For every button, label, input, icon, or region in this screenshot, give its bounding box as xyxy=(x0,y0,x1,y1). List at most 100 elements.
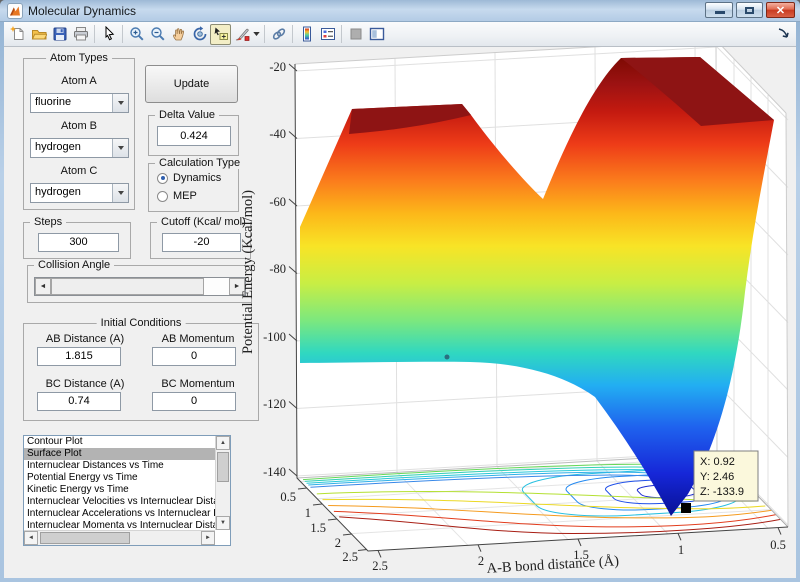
ab-distance-field[interactable]: 1.815 xyxy=(37,347,121,366)
dock-figure-arrow[interactable] xyxy=(777,27,790,45)
list-item-selected[interactable]: Surface Plot xyxy=(24,448,216,460)
show-plot-tools-dock-icon xyxy=(369,26,385,42)
list-item[interactable]: Kinetic Energy vs Time xyxy=(24,484,216,496)
toolbar-separator xyxy=(292,25,293,43)
dynamics-radio-label: Dynamics xyxy=(173,172,221,184)
slider-track[interactable] xyxy=(51,278,229,295)
vertical-scroll-thumb[interactable] xyxy=(217,452,229,482)
slider-thumb[interactable] xyxy=(51,278,204,295)
z-tick-label: -100 xyxy=(263,330,286,344)
print-figure-button[interactable] xyxy=(70,24,91,45)
scroll-right-button[interactable]: ► xyxy=(201,531,215,545)
z-tick-label: -140 xyxy=(263,465,286,479)
zoom-in-button[interactable] xyxy=(126,24,147,45)
matlab-app-icon xyxy=(7,3,23,19)
atom-b-dropdown-button[interactable] xyxy=(112,139,128,157)
list-item[interactable]: Internuclear Distances vs Time xyxy=(24,460,216,472)
box-front-edges xyxy=(295,64,788,551)
collision-angle-panel: Collision Angle ◄ ► xyxy=(27,265,252,303)
save-figure-button[interactable] xyxy=(49,24,70,45)
list-item[interactable]: Contour Plot xyxy=(24,436,216,448)
horizontal-scroll-thumb[interactable] xyxy=(40,532,130,544)
edit-plot-button[interactable] xyxy=(98,24,119,45)
horizontal-scrollbar[interactable]: ◄ ► xyxy=(24,530,215,545)
slider-left-arrow[interactable]: ◄ xyxy=(35,278,51,295)
slider-right-arrow[interactable]: ► xyxy=(229,278,245,295)
zoom-out-button[interactable] xyxy=(147,24,168,45)
pan-hand-icon xyxy=(171,26,187,42)
radio-dot-icon xyxy=(157,173,168,184)
atom-b-select[interactable]: hydrogen xyxy=(30,138,129,158)
delta-value-field[interactable]: 0.424 xyxy=(157,126,231,146)
atom-a-select[interactable]: fluorine xyxy=(30,93,129,113)
steps-panel: Steps 300 xyxy=(23,222,131,259)
y-tick-label: 2.5 xyxy=(342,550,358,564)
steps-field[interactable]: 300 xyxy=(38,233,119,252)
left-plateau-cap xyxy=(349,104,471,134)
potential-energy-surface[interactable] xyxy=(300,57,774,516)
zoom-out-icon xyxy=(150,26,166,42)
datatip[interactable]: X: 0.92 Y: 2.46 Z: -133.9 xyxy=(681,451,758,513)
list-item[interactable]: Internuclear Accelerations vs Internucle… xyxy=(24,508,216,520)
open-file-button[interactable] xyxy=(28,24,49,45)
new-file-button[interactable] xyxy=(7,24,28,45)
chevron-down-icon xyxy=(118,146,124,150)
z-tick-label: -120 xyxy=(263,397,286,411)
collision-angle-slider[interactable]: ◄ ► xyxy=(34,277,246,296)
list-item[interactable]: Potential Energy vs Time xyxy=(24,472,216,484)
datatip-y-value: Y: 2.46 xyxy=(700,471,734,483)
brush-data-button[interactable] xyxy=(231,24,252,45)
datatip-box xyxy=(694,451,758,501)
open-folder-icon xyxy=(31,26,47,42)
atom-a-label: Atom A xyxy=(24,75,134,87)
link-chain-icon xyxy=(271,26,287,42)
hide-plot-tools-button[interactable] xyxy=(345,24,366,45)
legend-icon xyxy=(320,26,336,42)
mep-radio[interactable]: MEP xyxy=(157,190,197,202)
show-plot-tools-button[interactable] xyxy=(366,24,387,45)
update-button[interactable]: Update xyxy=(145,65,238,103)
dock-arrow-icon xyxy=(777,27,790,40)
insert-colorbar-button[interactable] xyxy=(296,24,317,45)
maximize-icon xyxy=(745,7,754,14)
list-item[interactable]: Internuclear Velocities vs Internuclear … xyxy=(24,496,216,508)
vertical-scrollbar[interactable]: ▲ ▼ xyxy=(215,436,230,530)
plot-type-listbox[interactable]: Contour Plot Surface Plot Internuclear D… xyxy=(23,435,231,546)
scroll-down-button[interactable]: ▼ xyxy=(216,516,230,530)
initial-conditions-panel: Initial Conditions AB Distance (A) AB Mo… xyxy=(23,323,259,421)
dynamics-radio[interactable]: Dynamics xyxy=(157,172,221,184)
atom-c-label: Atom C xyxy=(24,165,134,177)
figure-client-area: Atom Types Atom A fluorine Atom B hydrog… xyxy=(4,47,796,578)
atom-a-dropdown-button[interactable] xyxy=(112,94,128,112)
cutoff-panel: Cutoff (Kcal/ mol) -20 xyxy=(150,222,251,259)
maximize-button[interactable] xyxy=(736,2,763,18)
data-cursor-button[interactable] xyxy=(210,24,231,45)
rotate-3d-icon xyxy=(192,26,208,42)
link-plot-button[interactable] xyxy=(268,24,289,45)
ab-distance-label: AB Distance (A) xyxy=(30,333,140,345)
scroll-left-button[interactable]: ◄ xyxy=(24,531,38,545)
scroll-up-button[interactable]: ▲ xyxy=(216,436,230,450)
title-bar[interactable]: Molecular Dynamics ✕ xyxy=(0,0,800,22)
atom-b-value: hydrogen xyxy=(35,141,81,153)
contour-projection xyxy=(297,454,788,551)
rotate-3d-button[interactable] xyxy=(189,24,210,45)
ab-momentum-field[interactable]: 0 xyxy=(152,347,236,366)
bc-momentum-field[interactable]: 0 xyxy=(152,392,236,411)
datatip-marker[interactable] xyxy=(681,503,691,513)
collision-angle-title: Collision Angle xyxy=(34,259,114,271)
minimize-button[interactable] xyxy=(705,2,733,18)
datatip-z-value: Z: -133.9 xyxy=(700,486,744,498)
atom-c-dropdown-button[interactable] xyxy=(112,184,128,202)
bc-distance-field[interactable]: 0.74 xyxy=(37,392,121,411)
y-tick-label: 0.5 xyxy=(280,490,296,504)
brush-dropdown-caret[interactable] xyxy=(252,24,261,45)
initial-conditions-title: Initial Conditions xyxy=(97,317,186,329)
insert-legend-button[interactable] xyxy=(317,24,338,45)
cutoff-field[interactable]: -20 xyxy=(162,233,241,252)
bc-distance-label: BC Distance (A) xyxy=(30,378,140,390)
close-button[interactable]: ✕ xyxy=(766,2,795,18)
x-tick-label: 2 xyxy=(478,554,484,568)
pan-button[interactable] xyxy=(168,24,189,45)
atom-c-select[interactable]: hydrogen xyxy=(30,183,129,203)
